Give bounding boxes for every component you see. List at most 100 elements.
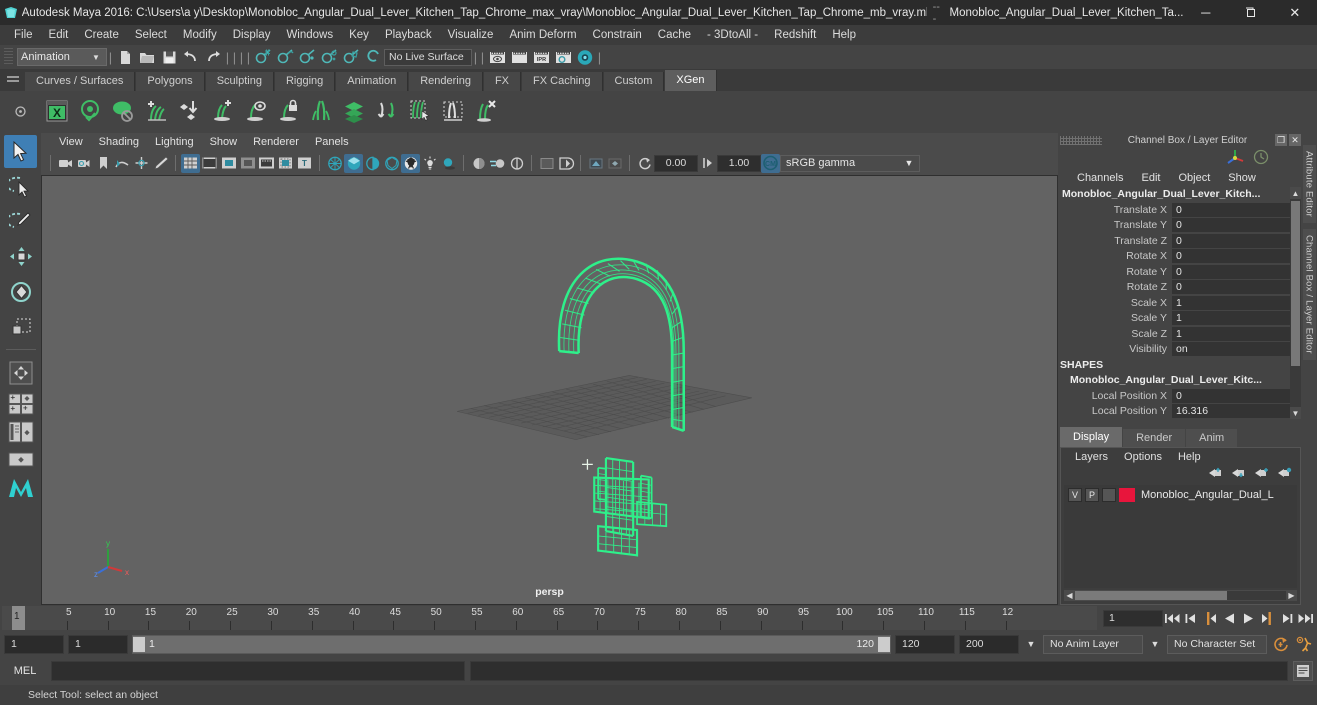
scroll-track[interactable] — [1075, 591, 1286, 600]
animation-end-field[interactable]: 200 — [959, 634, 1019, 654]
attr-row-scale-x[interactable]: Scale X 1 — [1060, 295, 1290, 311]
attr-value[interactable]: 0 — [1172, 249, 1290, 264]
safe-title-icon[interactable]: T — [295, 154, 314, 173]
separator-handle-6[interactable]: | — [472, 48, 479, 66]
color-management-dropdown[interactable]: sRGB gamma ▼ — [780, 154, 920, 172]
menuset-dropdown[interactable]: Animation ▼ — [17, 48, 107, 66]
gamma-icon[interactable] — [698, 154, 717, 173]
statusline-grip[interactable] — [4, 48, 13, 66]
layer-horizontal-scrollbar[interactable]: ◀ ▶ — [1064, 590, 1297, 601]
wireframe-on-shaded-icon[interactable] — [401, 153, 420, 173]
script-editor-icon[interactable] — [1293, 661, 1313, 681]
range-start-handle[interactable] — [133, 636, 145, 652]
close-panel-button[interactable]: ✕ — [1289, 134, 1301, 146]
create-layer-from-selected-icon[interactable] — [1276, 466, 1292, 482]
scroll-thumb[interactable] — [1075, 591, 1227, 600]
scroll-down-icon[interactable]: ▼ — [1290, 407, 1301, 419]
paint-select-tool-button[interactable] — [4, 205, 37, 238]
xgen-add-guide-icon[interactable] — [205, 94, 238, 128]
attr-value[interactable]: 0 — [1172, 388, 1290, 403]
menu-visualize[interactable]: Visualize — [440, 25, 502, 45]
xgen-add-description-icon[interactable] — [139, 94, 172, 128]
attr-value[interactable]: on — [1172, 342, 1290, 357]
image-plane-icon[interactable] — [113, 154, 132, 173]
menu-cache[interactable]: Cache — [650, 25, 699, 45]
channel-box-scrollbar[interactable]: ▲ ▼ — [1290, 187, 1301, 419]
attr-value[interactable]: 0 — [1172, 218, 1290, 233]
wireframe-icon[interactable] — [325, 154, 344, 173]
character-set-dropdown[interactable]: No Character Set — [1167, 634, 1267, 654]
cb-menu-channels[interactable]: Channels — [1068, 172, 1132, 184]
snap-to-projected-center-icon[interactable] — [318, 47, 340, 67]
xgen-groom-icon[interactable] — [370, 94, 403, 128]
snap-to-grid-icon[interactable] — [252, 47, 274, 67]
render-settings-icon[interactable] — [552, 47, 574, 67]
current-time-indicator[interactable]: 1 — [12, 606, 25, 630]
attr-value[interactable]: 0 — [1172, 233, 1290, 248]
menu-file[interactable]: File — [6, 25, 41, 45]
film-origin-icon[interactable] — [257, 154, 276, 173]
manipulator-icon[interactable] — [1225, 148, 1245, 169]
anim-layer-chevron-down-icon[interactable]: ▼ — [1023, 639, 1039, 649]
xray-icon[interactable] — [556, 154, 575, 173]
anim-layer-dropdown[interactable]: No Anim Layer — [1043, 634, 1143, 654]
channel-speed-icon[interactable] — [1253, 149, 1269, 168]
menu-select[interactable]: Select — [127, 25, 175, 45]
scroll-right-icon[interactable]: ▶ — [1286, 591, 1297, 600]
layer-visibility-toggle[interactable]: V — [1068, 488, 1082, 502]
panel-grip[interactable] — [1060, 135, 1102, 145]
minimize-button[interactable]: ─ — [1184, 0, 1229, 25]
tab-render[interactable]: Render — [1123, 429, 1186, 447]
separator-handle-3[interactable]: | — [231, 48, 238, 66]
attr-value[interactable]: 0 — [1172, 280, 1290, 295]
resolution-gate-icon[interactable] — [219, 154, 238, 173]
new-scene-icon[interactable] — [114, 47, 136, 67]
play-backwards-icon[interactable] — [1220, 608, 1239, 628]
viewport-menu-show[interactable]: Show — [202, 136, 246, 148]
xgen-lock-guide-icon[interactable] — [271, 94, 304, 128]
redo-icon[interactable] — [202, 47, 224, 67]
attr-row-rotate-z[interactable]: Rotate Z 0 — [1060, 280, 1290, 296]
go-to-start-icon[interactable] — [1163, 608, 1182, 628]
xgen-import-collection-icon[interactable] — [172, 94, 205, 128]
menu-key[interactable]: Key — [341, 25, 377, 45]
screen-space-ao-icon[interactable] — [469, 154, 488, 173]
shelf-tab-sculpting[interactable]: Sculpting — [204, 72, 274, 91]
gate-mask-icon[interactable] — [238, 154, 257, 173]
color-management-icon[interactable]: CM — [761, 153, 780, 173]
xgen-preview-icon[interactable] — [73, 94, 106, 128]
attr-row-local-position-y[interactable]: Local Position Y 16.316 — [1060, 404, 1290, 420]
attr-row-scale-z[interactable]: Scale Z 1 — [1060, 326, 1290, 342]
attr-value[interactable]: 1 — [1172, 295, 1290, 310]
menu-create[interactable]: Create — [76, 25, 127, 45]
dock-tab-channel-box[interactable]: Channel Box / Layer Editor — [1302, 229, 1316, 360]
cb-menu-object[interactable]: Object — [1169, 172, 1219, 184]
xgen-layers-icon[interactable] — [337, 94, 370, 128]
separator-handle-2[interactable]: | — [224, 48, 231, 66]
character-set-chevron-down-icon[interactable]: ▼ — [1147, 639, 1163, 649]
close-button[interactable]: ✕ — [1273, 0, 1317, 25]
xgen-delete-primitives-icon[interactable] — [469, 94, 502, 128]
menu-anim-deform[interactable]: Anim Deform — [501, 25, 584, 45]
smooth-shade-icon[interactable] — [344, 153, 363, 173]
layer-color-swatch[interactable] — [1119, 488, 1135, 502]
attr-value[interactable]: 0 — [1172, 264, 1290, 279]
xgen-disable-preview-icon[interactable] — [106, 94, 139, 128]
attr-row-translate-x[interactable]: Translate X 0 — [1060, 202, 1290, 218]
attr-value[interactable]: 0 — [1172, 202, 1290, 217]
xgen-guide-visibility-icon[interactable] — [238, 94, 271, 128]
range-bar[interactable]: 1 120 — [132, 634, 891, 654]
dock-tab-attribute-editor[interactable]: Attribute Editor — [1302, 145, 1316, 224]
separator-handle[interactable]: | — [107, 48, 114, 66]
command-input[interactable] — [51, 661, 465, 681]
scroll-left-icon[interactable]: ◀ — [1064, 591, 1075, 600]
make-live-icon[interactable] — [362, 47, 384, 67]
use-default-light-icon[interactable] — [420, 154, 439, 173]
play-forwards-icon[interactable] — [1239, 608, 1258, 628]
move-tool-button[interactable] — [4, 240, 37, 273]
shelf-tab-fx[interactable]: FX — [482, 72, 522, 91]
attr-row-rotate-y[interactable]: Rotate Y 0 — [1060, 264, 1290, 280]
shelf-tab-custom[interactable]: Custom — [602, 72, 665, 91]
lasso-select-tool-button[interactable] — [4, 170, 37, 203]
select-tool-button[interactable] — [4, 135, 37, 168]
